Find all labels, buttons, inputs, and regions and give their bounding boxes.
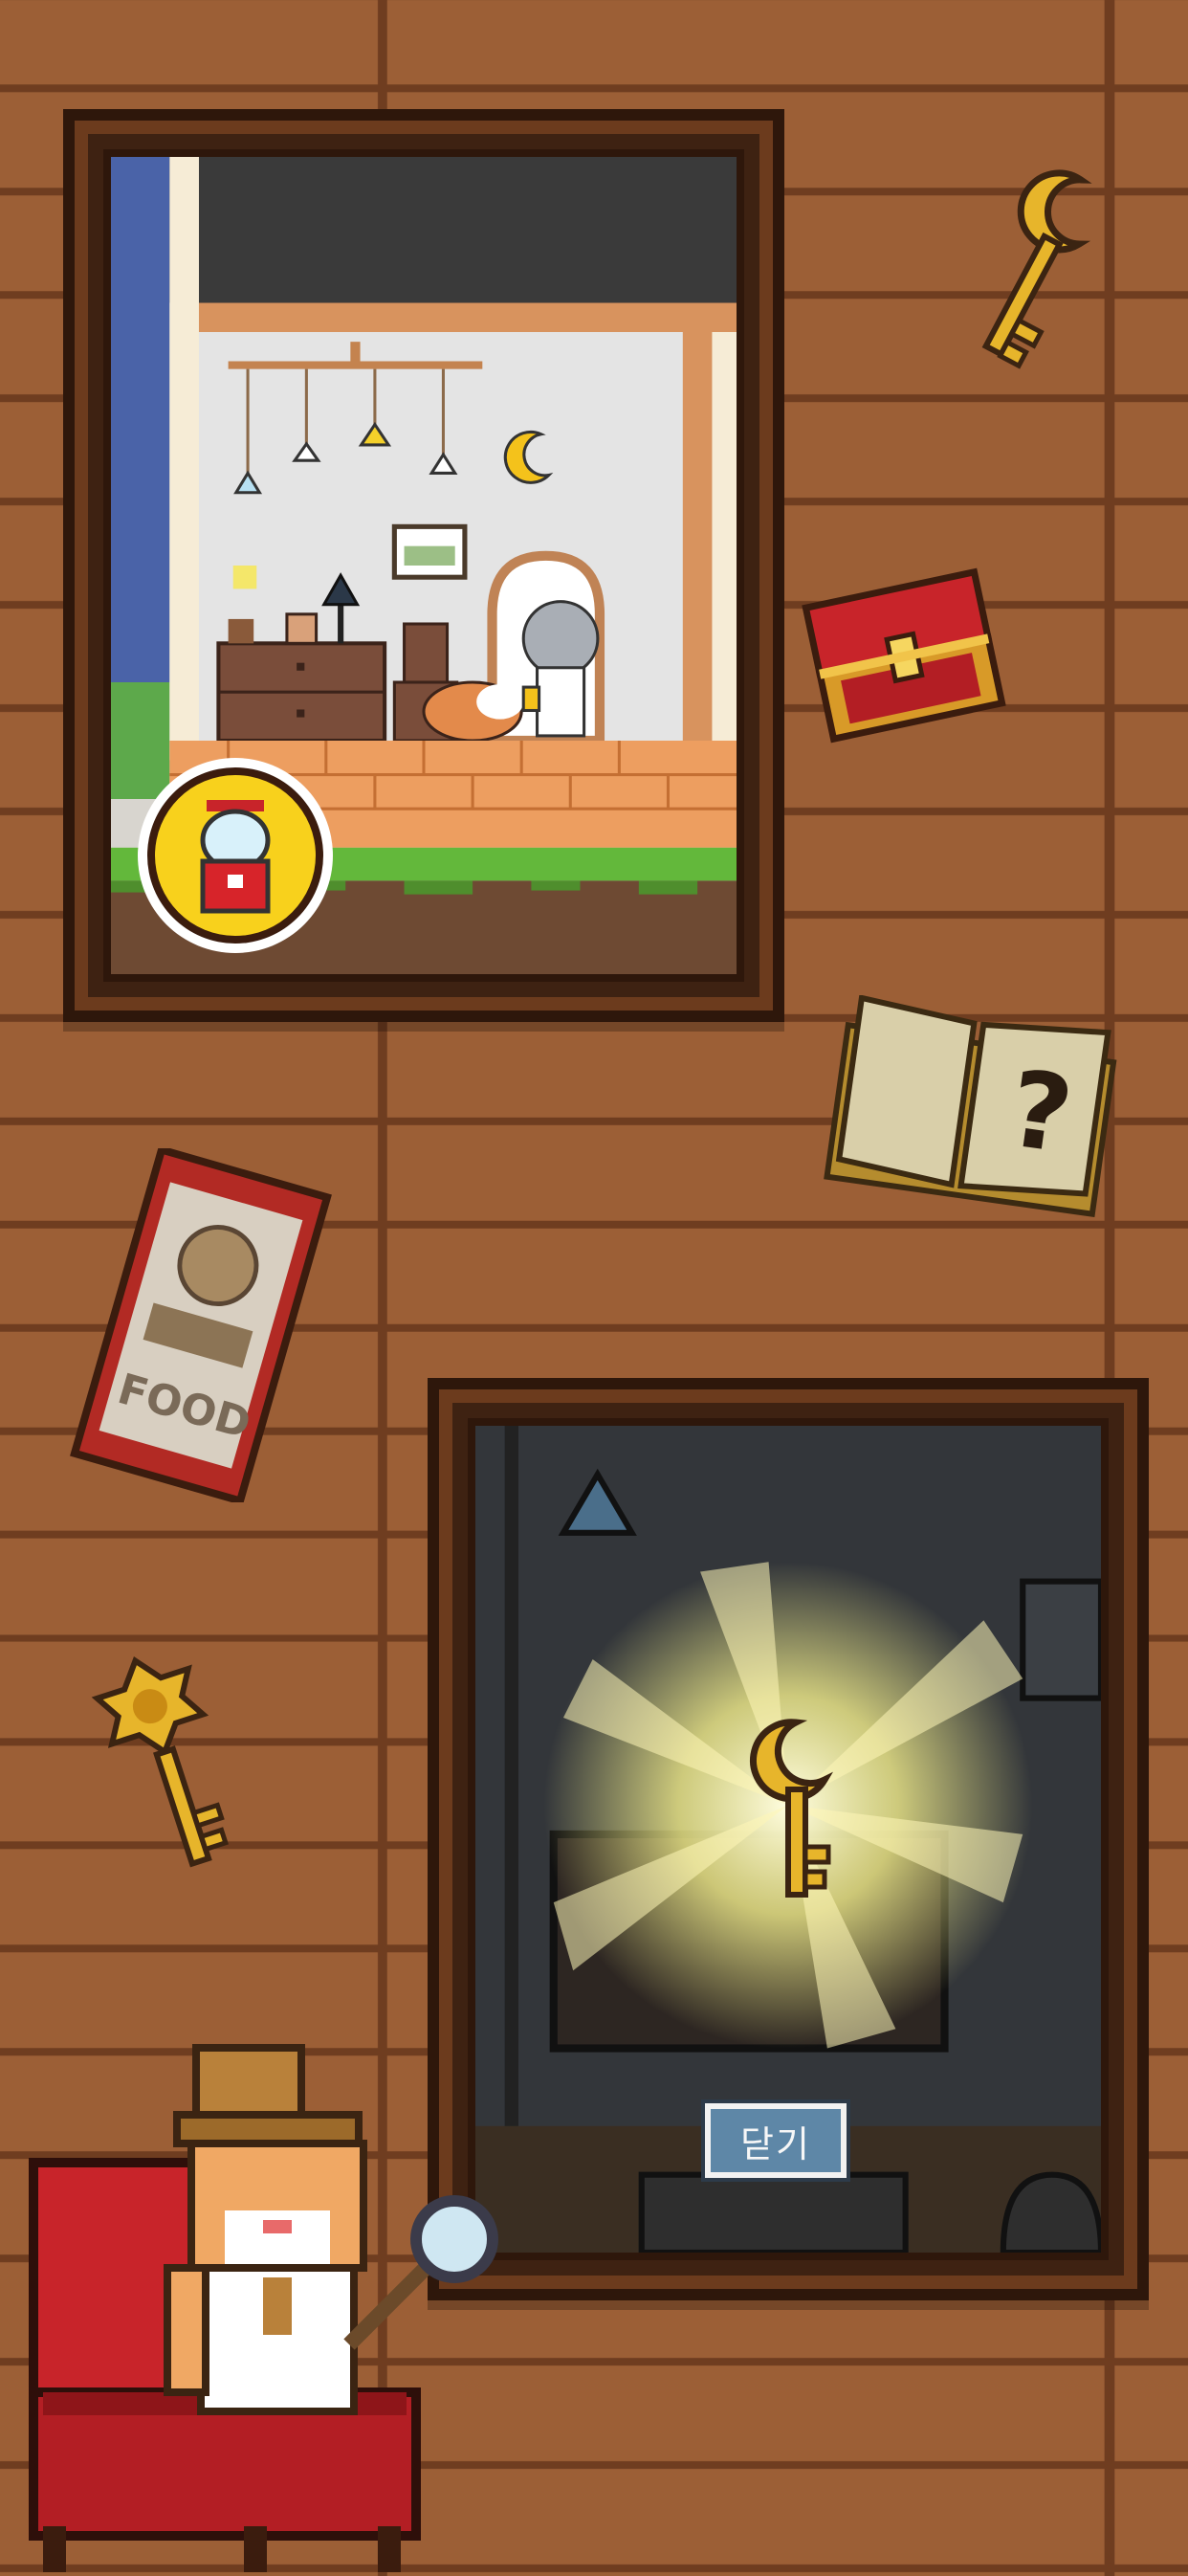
detective-cat-icon (24, 2029, 521, 2572)
gacha-machine-badge-icon[interactable] (134, 754, 337, 957)
reward-dialog-frame: 닫기 (428, 1378, 1149, 2300)
gold-key-icon[interactable] (966, 151, 1110, 390)
cat-food-can-icon[interactable]: FOOD (57, 1144, 344, 1506)
ornate-key-icon[interactable] (88, 1646, 251, 1885)
mystery-book-icon[interactable]: ? (818, 994, 1124, 1234)
treasure-chest-icon[interactable] (799, 560, 1009, 751)
moon-key-icon (738, 1713, 853, 1904)
room-scene-frame (63, 109, 784, 1022)
close-button[interactable]: 닫기 (705, 2103, 847, 2178)
reward-dialog: 닫기 (468, 1418, 1109, 2260)
